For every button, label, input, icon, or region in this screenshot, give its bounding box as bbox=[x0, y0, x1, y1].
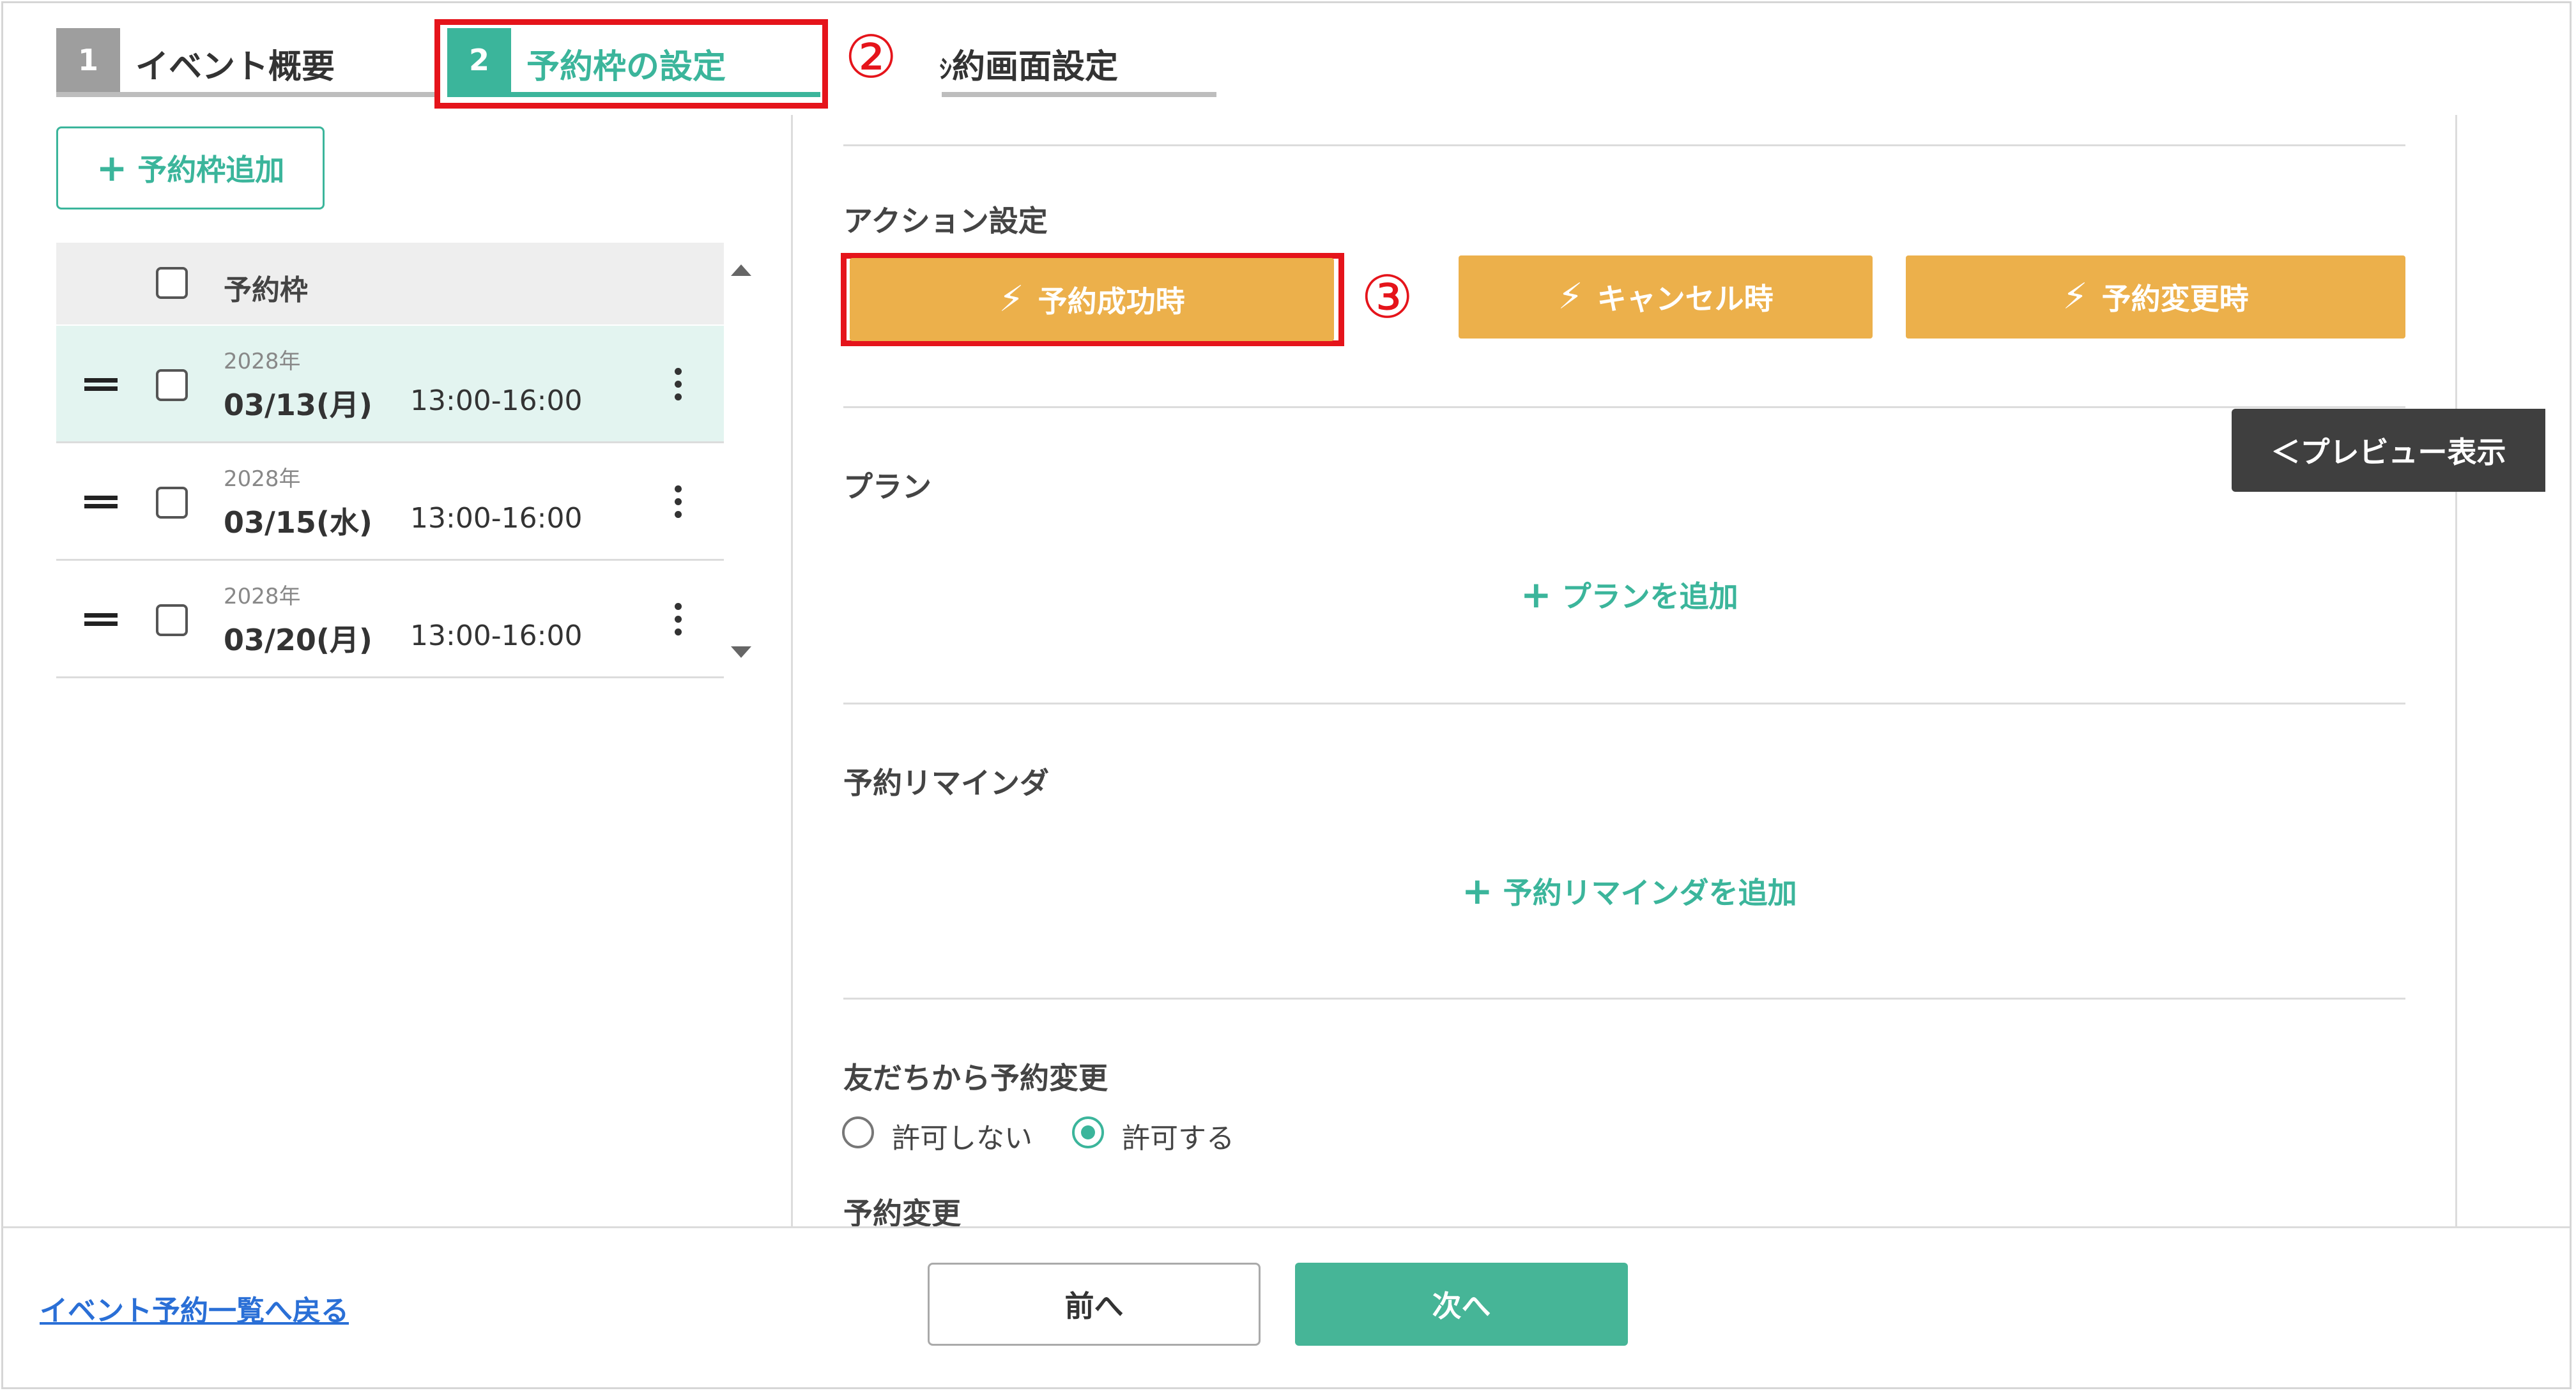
add-reminder-link[interactable]: + 予約リマインダを追加 bbox=[1462, 870, 1797, 912]
prev-button[interactable]: 前へ bbox=[928, 1263, 1261, 1346]
slot-year: 2028年 bbox=[224, 349, 301, 374]
drag-handle-icon[interactable] bbox=[84, 496, 118, 508]
tab-1-number: 1 bbox=[56, 28, 120, 92]
action-settings-title: アクション設定 bbox=[843, 204, 1048, 238]
add-reminder-label: 予約リマインダを追加 bbox=[1503, 876, 1797, 910]
scroll-up-icon[interactable] bbox=[731, 264, 751, 276]
add-slot-button[interactable]: + 予約枠追加 bbox=[56, 126, 325, 209]
on-change-action-button[interactable]: ⚡ 予約変更時 bbox=[1906, 255, 2405, 339]
row-checkbox[interactable] bbox=[156, 604, 188, 636]
tab-3-label: 約画面設定 bbox=[952, 48, 1119, 86]
back-to-list-link[interactable]: イベント予約一覧へ戻る bbox=[40, 1288, 349, 1328]
right-divider bbox=[2455, 115, 2457, 1226]
on-cancel-label: キャンセル時 bbox=[1597, 282, 1774, 316]
drag-handle-icon[interactable] bbox=[84, 613, 118, 626]
on-success-action-button[interactable]: ⚡ 予約成功時 bbox=[850, 258, 1334, 341]
divider bbox=[843, 703, 2405, 704]
plus-icon: + bbox=[1462, 869, 1493, 913]
slot-row[interactable]: 2028年 03/15(水) 13:00-16:00 bbox=[56, 443, 724, 561]
column-divider bbox=[791, 115, 793, 1226]
divider bbox=[843, 406, 2405, 408]
tab-event-overview[interactable]: イベント概要 bbox=[135, 40, 335, 88]
lightning-icon: ⚡ bbox=[1558, 276, 1583, 317]
slot-year: 2028年 bbox=[224, 466, 301, 492]
friend-change-title: 友だちから予約変更 bbox=[843, 1061, 1108, 1095]
step-2-annotation: ② bbox=[845, 23, 898, 91]
select-all-checkbox[interactable] bbox=[156, 267, 188, 299]
on-cancel-action-button[interactable]: ⚡ キャンセル時 bbox=[1459, 255, 1873, 339]
next-button[interactable]: 次へ bbox=[1295, 1263, 1628, 1346]
slot-time: 13:00-16:00 bbox=[410, 502, 583, 535]
radio-disallow-label: 許可しない bbox=[892, 1122, 1032, 1155]
slot-date: 03/20(月) bbox=[224, 623, 372, 657]
window-frame bbox=[1, 1, 2572, 1389]
plus-icon: + bbox=[96, 146, 128, 190]
tab-3-fragment: ｼ bbox=[939, 55, 952, 84]
scroll-down-icon[interactable] bbox=[731, 646, 751, 658]
tab-page-settings[interactable]: ｼ約画面設定 bbox=[939, 40, 1118, 88]
slot-row[interactable]: 2028年 03/13(月) 13:00-16:00 bbox=[56, 326, 724, 443]
radio-disallow[interactable] bbox=[842, 1116, 874, 1148]
divider bbox=[843, 998, 2405, 1000]
lightning-icon: ⚡ bbox=[2062, 276, 2088, 317]
reminder-title: 予約リマインダ bbox=[843, 766, 1049, 800]
slot-row[interactable]: 2028年 03/20(月) 13:00-16:00 bbox=[56, 561, 724, 678]
more-options-icon[interactable] bbox=[674, 368, 682, 406]
tab-1-underline bbox=[56, 92, 434, 97]
preview-toggle-button[interactable]: ＜プレビュー表示 bbox=[2232, 409, 2545, 492]
on-change-label: 予約変更時 bbox=[2101, 282, 2249, 316]
row-checkbox[interactable] bbox=[156, 369, 188, 401]
slot-column-header: 予約枠 bbox=[224, 274, 308, 307]
footer-divider bbox=[3, 1226, 2570, 1228]
divider bbox=[843, 144, 2405, 146]
radio-allow-label: 許可する bbox=[1122, 1122, 1234, 1155]
on-success-label: 予約成功時 bbox=[1038, 284, 1185, 319]
slot-year: 2028年 bbox=[224, 584, 301, 609]
slot-time: 13:00-16:00 bbox=[410, 620, 583, 652]
slot-date: 03/15(水) bbox=[224, 505, 372, 540]
tab-2-number: 2 bbox=[447, 28, 511, 92]
add-plan-link[interactable]: + プランを追加 bbox=[1521, 574, 1738, 616]
slot-table-header: 予約枠 bbox=[56, 243, 724, 324]
step-3-annotation: ③ bbox=[1361, 263, 1414, 331]
slot-time: 13:00-16:00 bbox=[410, 384, 583, 417]
plan-title: プラン bbox=[843, 469, 931, 504]
more-options-icon[interactable] bbox=[674, 603, 682, 641]
tab-2-underline bbox=[447, 92, 820, 97]
radio-allow[interactable] bbox=[1072, 1116, 1104, 1148]
add-plan-label: プランを追加 bbox=[1561, 579, 1738, 614]
lightning-icon: ⚡ bbox=[999, 278, 1024, 320]
tab-slot-settings[interactable]: 予約枠の設定 bbox=[526, 40, 726, 88]
tab-3-underline bbox=[942, 92, 1216, 97]
drag-handle-icon[interactable] bbox=[84, 378, 118, 391]
slot-date: 03/13(月) bbox=[224, 388, 372, 422]
add-slot-label: 予約枠追加 bbox=[137, 153, 285, 187]
more-options-icon[interactable] bbox=[674, 485, 682, 524]
plus-icon: + bbox=[1521, 573, 1552, 616]
row-checkbox[interactable] bbox=[156, 487, 188, 519]
